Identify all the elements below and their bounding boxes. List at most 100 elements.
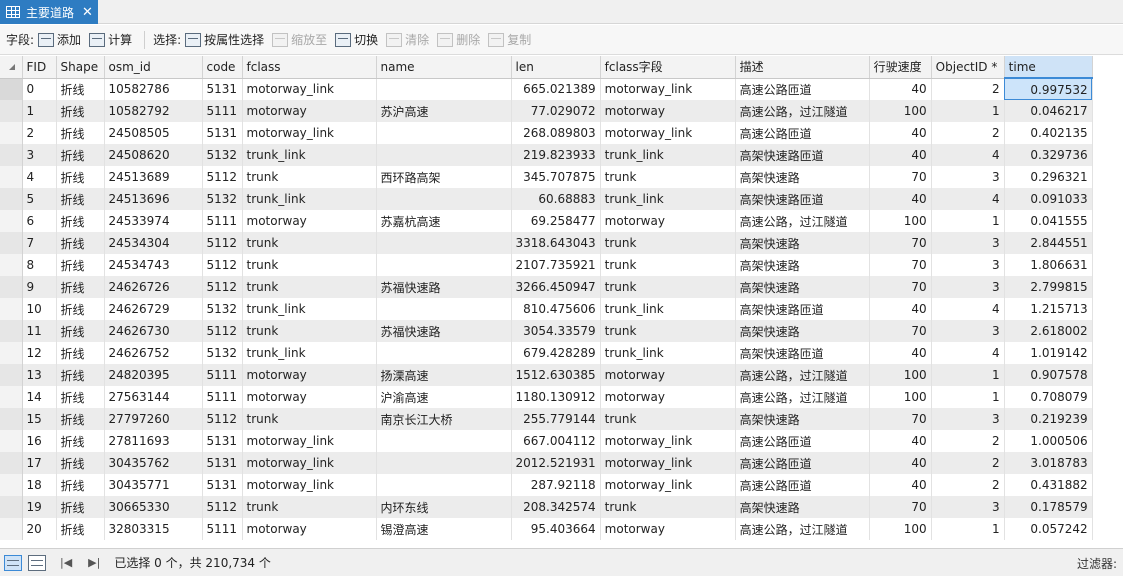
table-cell[interactable]: trunk_link <box>600 342 736 364</box>
first-record-button[interactable]: |◀ <box>60 556 72 569</box>
table-cell[interactable]: 32803315 <box>104 518 203 540</box>
table-cell[interactable]: 5112 <box>202 408 243 430</box>
table-cell[interactable]: 3.018783 <box>1004 452 1093 474</box>
table-cell[interactable]: 19 <box>22 496 57 518</box>
table-row[interactable]: 2 折线 24508505 5131 motorway_link 268.089803 mo… <box>0 122 1093 144</box>
table-cell[interactable]: 折线 <box>56 496 105 518</box>
table-cell[interactable]: 8 <box>22 254 57 276</box>
table-cell[interactable]: 1 <box>931 518 1005 540</box>
table-cell[interactable]: 5132 <box>202 188 243 210</box>
table-cell[interactable]: 5 <box>22 188 57 210</box>
table-cell[interactable]: 100 <box>869 364 932 386</box>
row-selector[interactable] <box>0 100 23 122</box>
table-cell[interactable]: 折线 <box>56 452 105 474</box>
table-cell[interactable]: 3 <box>931 408 1005 430</box>
table-cell[interactable]: 5112 <box>202 254 243 276</box>
table-cell[interactable]: 24508505 <box>104 122 203 144</box>
table-cell[interactable] <box>376 144 512 166</box>
table-cell[interactable]: motorway_link <box>600 430 736 452</box>
row-selector[interactable] <box>0 144 23 166</box>
copy-selection-button[interactable]: 复制 <box>488 31 531 48</box>
row-selector[interactable] <box>0 166 23 188</box>
table-cell[interactable]: 5112 <box>202 496 243 518</box>
table-cell[interactable]: 17 <box>22 452 57 474</box>
table-cell[interactable]: 60.68883 <box>511 188 601 210</box>
row-selector[interactable] <box>0 386 23 408</box>
table-cell[interactable]: 5112 <box>202 320 243 342</box>
table-cell[interactable]: 5131 <box>202 474 243 496</box>
table-cell[interactable]: 2107.735921 <box>511 254 601 276</box>
table-row[interactable]: 13 折线 24820395 5111 motorway 扬溧高速 1512.630385 m… <box>0 364 1093 386</box>
table-cell[interactable]: motorway <box>242 210 377 232</box>
table-cell[interactable]: 665.021389 <box>511 78 601 100</box>
table-cell[interactable]: 10 <box>22 298 57 320</box>
table-cell[interactable]: 24513696 <box>104 188 203 210</box>
table-cell[interactable]: 西环路高架 <box>376 166 512 188</box>
table-cell[interactable]: trunk <box>600 496 736 518</box>
table-cell[interactable]: 345.707875 <box>511 166 601 188</box>
row-selector[interactable] <box>0 408 23 430</box>
table-cell[interactable]: 40 <box>869 122 932 144</box>
table-cell[interactable]: 4 <box>931 298 1005 320</box>
table-cell[interactable]: 2 <box>931 78 1005 100</box>
table-cell[interactable]: motorway_link <box>242 430 377 452</box>
table-cell[interactable]: 1180.130912 <box>511 386 601 408</box>
row-selector[interactable] <box>0 518 23 540</box>
table-cell[interactable]: 2.844551 <box>1004 232 1093 254</box>
table-cell[interactable]: 30435771 <box>104 474 203 496</box>
table-cell[interactable]: 14 <box>22 386 57 408</box>
table-cell[interactable]: 1 <box>931 364 1005 386</box>
column-header-7[interactable]: fclass字段 <box>600 56 736 79</box>
table-cell[interactable]: 2 <box>931 452 1005 474</box>
column-header-6[interactable]: len <box>511 56 601 79</box>
table-cell[interactable]: 100 <box>869 386 932 408</box>
calculate-field-button[interactable]: 计算 <box>89 31 132 48</box>
table-cell[interactable]: 70 <box>869 276 932 298</box>
table-cell[interactable]: 3318.643043 <box>511 232 601 254</box>
table-cell[interactable]: motorway_link <box>600 122 736 144</box>
table-cell[interactable]: 南京长江大桥 <box>376 408 512 430</box>
table-cell[interactable]: 16 <box>22 430 57 452</box>
table-cell[interactable]: 10582792 <box>104 100 203 122</box>
table-cell[interactable]: motorway <box>600 518 736 540</box>
table-cell[interactable]: 10582786 <box>104 78 203 100</box>
table-cell[interactable]: 13 <box>22 364 57 386</box>
table-cell[interactable]: 18 <box>22 474 57 496</box>
table-cell[interactable]: 扬溧高速 <box>376 364 512 386</box>
table-cell[interactable]: 1.806631 <box>1004 254 1093 276</box>
table-row[interactable]: 14 折线 27563144 5111 motorway 沪渝高速 1180.130912 m… <box>0 386 1093 408</box>
table-cell[interactable] <box>376 78 512 100</box>
table-row[interactable]: 0 折线 10582786 5131 motorway_link 665.021389 mo… <box>0 78 1093 100</box>
table-cell[interactable]: 2012.521931 <box>511 452 601 474</box>
table-cell[interactable]: 高架快速路匝道 <box>735 342 870 364</box>
table-cell[interactable]: 0.296321 <box>1004 166 1093 188</box>
table-cell[interactable]: 高架快速路 <box>735 496 870 518</box>
table-cell[interactable]: 高速公路匝道 <box>735 452 870 474</box>
table-cell[interactable] <box>376 452 512 474</box>
table-cell[interactable]: 折线 <box>56 364 105 386</box>
table-cell[interactable] <box>376 474 512 496</box>
row-selector[interactable] <box>0 452 23 474</box>
table-cell[interactable] <box>376 298 512 320</box>
table-cell[interactable]: 0.431882 <box>1004 474 1093 496</box>
table-cell[interactable]: 高架快速路 <box>735 166 870 188</box>
table-cell[interactable]: 679.428289 <box>511 342 601 364</box>
table-row[interactable]: 17 折线 30435762 5131 motorway_link 2012.521931… <box>0 452 1093 474</box>
table-cell[interactable]: 折线 <box>56 122 105 144</box>
table-cell[interactable]: 30435762 <box>104 452 203 474</box>
table-cell[interactable]: 高架快速路 <box>735 320 870 342</box>
table-cell[interactable]: 折线 <box>56 166 105 188</box>
table-cell[interactable]: trunk_link <box>600 298 736 320</box>
table-cell[interactable]: 2 <box>22 122 57 144</box>
table-cell[interactable]: 5111 <box>202 100 243 122</box>
table-cell[interactable]: trunk_link <box>242 144 377 166</box>
table-cell[interactable]: 0.091033 <box>1004 188 1093 210</box>
table-cell[interactable]: 100 <box>869 518 932 540</box>
table-cell[interactable]: 70 <box>869 320 932 342</box>
table-cell[interactable]: 折线 <box>56 144 105 166</box>
table-cell[interactable]: 折线 <box>56 254 105 276</box>
show-all-records-icon[interactable] <box>4 554 22 571</box>
row-selector[interactable] <box>0 232 23 254</box>
table-cell[interactable]: 折线 <box>56 386 105 408</box>
table-cell[interactable]: motorway <box>600 364 736 386</box>
